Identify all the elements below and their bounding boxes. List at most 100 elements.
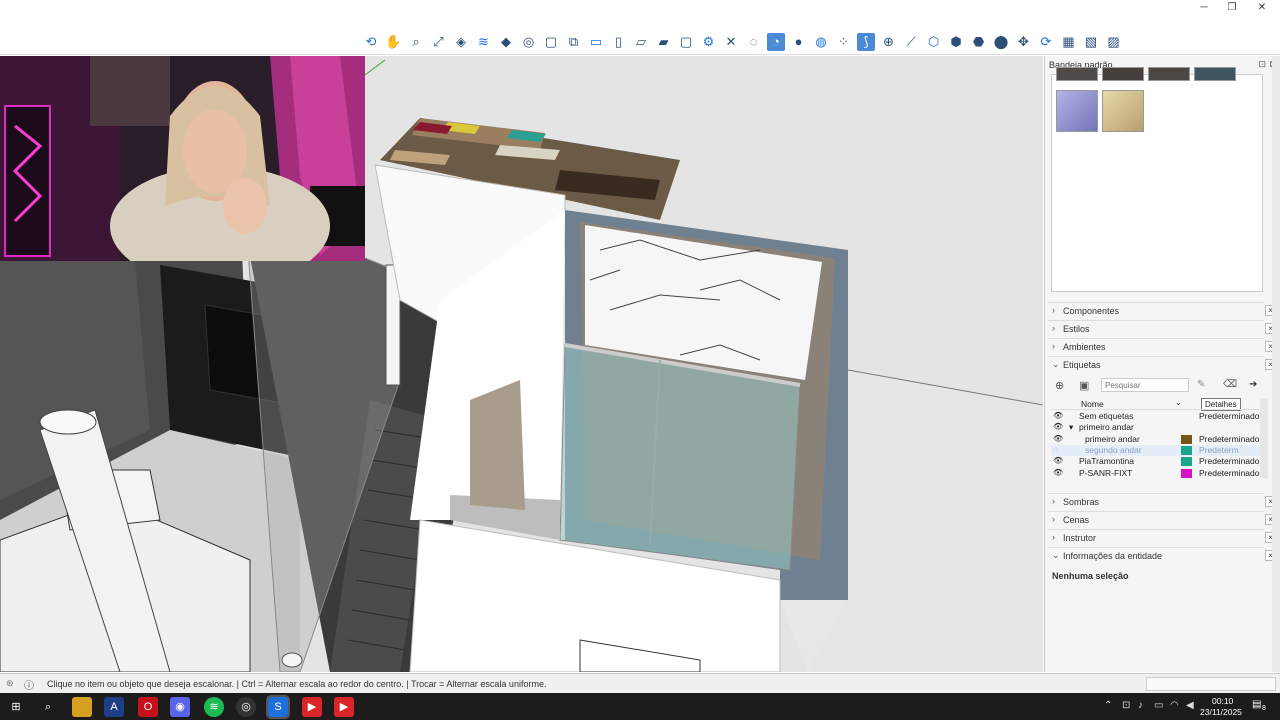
tag-dash-style[interactable]: Predeterminado [1199,456,1259,466]
pencil-icon[interactable]: ✎ [1197,379,1205,390]
details-arrow-icon[interactable]: ➔ [1249,379,1257,390]
section-plane-icon[interactable]: ◈ [452,33,470,51]
material-swatch[interactable] [1148,67,1190,81]
cube-solid-icon[interactable]: ⬣ [970,33,988,51]
snap-icon[interactable]: ⁘ [835,33,853,51]
name-column-header[interactable]: Nome [1081,399,1104,409]
panel-componentes[interactable]: › Componentes × [1048,302,1276,318]
microphone-icon[interactable]: ♪ [1138,700,1143,711]
search-icon[interactable]: ⌕ [38,697,58,717]
back-edges-icon[interactable]: ⚙ [700,33,718,51]
tag-row[interactable]: 👁 P-SANR-FIXT Predeterminado [1051,468,1261,479]
tag-dash-style[interactable]: Predeterm [1199,445,1239,455]
right-icon[interactable]: ▯ [610,33,628,51]
eraser-icon[interactable]: ⌫ [1223,379,1237,390]
zoom-extents-icon[interactable]: ⤢ [430,33,448,51]
restore-icon[interactable]: ❐ [1216,0,1248,16]
shaded-icon[interactable]: ◔ [767,33,785,51]
notification-icon[interactable]: ▤ [1252,699,1261,710]
rotate-icon[interactable]: ⟳ [1037,33,1055,51]
display-icon[interactable]: ▭ [1154,700,1163,711]
info-icon[interactable]: ⓘ [24,677,34,692]
sketchup-icon[interactable]: S [266,695,290,719]
visibility-eye-icon[interactable]: 👁 [1053,456,1063,465]
tag-color-swatch[interactable] [1181,445,1192,455]
expand-arrow-icon[interactable]: ▾ [1069,422,1073,433]
material-swatch-translucent-blue[interactable] [1056,90,1098,132]
tag-color-swatch[interactable] [1181,468,1192,478]
chevron-down-icon[interactable]: ⌄ [1175,398,1182,407]
chevron-right-icon[interactable]: › [1052,514,1055,524]
clock-time[interactable]: 00:10 [1212,696,1233,706]
xray-icon[interactable]: ▢ [677,33,695,51]
tag-row[interactable]: 👁 Sem etiquetas Predeterminado [1051,411,1261,422]
spotify-icon[interactable]: ≋ [204,697,224,717]
cube-icon[interactable]: ⬡ [925,33,943,51]
back-icon[interactable]: ▱ [632,33,650,51]
cube-x-icon[interactable]: ⬤ [992,33,1010,51]
app-red2-icon[interactable]: ▶ [334,697,354,717]
add-tag-icon[interactable]: ⊕ [1055,379,1064,392]
guide-icon[interactable]: ⟋ [902,33,920,51]
material-swatch[interactable] [1056,67,1098,81]
measurements-box[interactable] [1146,677,1276,691]
chevron-down-icon[interactable]: ⌄ [1052,359,1060,370]
monochrome-icon[interactable]: ◍ [812,33,830,51]
panel-instrutor[interactable]: › Instrutor × [1048,529,1276,545]
tag-color-swatch[interactable] [1181,457,1192,467]
visibility-eye-icon[interactable]: 👁 [1053,434,1063,443]
discord-icon[interactable]: ◉ [170,697,190,717]
visibility-eye-icon[interactable]: 👁 [1053,411,1063,420]
orbit-icon[interactable]: ⟲ [362,33,380,51]
tag-row[interactable]: ◌ segundo andar Predeterm [1051,444,1261,456]
left-icon[interactable]: ▰ [655,33,673,51]
front-icon[interactable]: ▭ [587,33,605,51]
app-red-icon[interactable]: ▶ [302,697,322,717]
clock-date[interactable]: 23/11/2025 [1200,707,1242,717]
material-swatch[interactable] [1102,67,1144,81]
add-folder-icon[interactable]: ▣ [1079,379,1089,392]
material-swatch-translucent-yellow[interactable] [1102,90,1144,132]
wireframe-icon[interactable]: ✕ [722,33,740,51]
tag-dash-style[interactable]: Predeterminado [1199,411,1259,421]
chevron-right-icon[interactable]: › [1052,341,1055,351]
tag-row[interactable]: 👁 ▾ primeiro andar [1051,422,1261,433]
visibility-eye-icon[interactable]: ◌ [1053,445,1058,454]
chevron-down-icon[interactable]: ⌄ [1052,550,1060,561]
tag-dash-style[interactable]: Predeterminado [1199,468,1259,478]
pin-icon[interactable]: ⊡ [1258,59,1266,70]
tag-dash-style[interactable]: Predeterminado [1199,434,1259,444]
close-icon[interactable]: ✕ [1246,0,1278,16]
tag-row[interactable]: 👁 PiaTramontina Predeterminado [1051,456,1261,467]
show-hidden-icons-icon[interactable]: ⌃ [1104,700,1112,711]
view-icon[interactable]: ◎ [520,33,538,51]
section-fill-icon[interactable]: ◆ [497,33,515,51]
zoom-icon[interactable]: ⌕ [407,33,425,51]
opera-icon[interactable]: O [138,697,158,717]
pan-icon[interactable]: ✋ [385,33,403,51]
network-icon[interactable]: ⊡ [1122,700,1130,711]
axes-icon[interactable]: ⊕ [880,33,898,51]
chevron-right-icon[interactable]: › [1052,496,1055,506]
panel-etiquetas[interactable]: ⌄ Etiquetas × [1048,356,1276,372]
tray-scrollbar[interactable] [1272,56,1280,672]
tags-scrollbar[interactable] [1260,398,1268,478]
chevron-right-icon[interactable]: › [1052,305,1055,315]
tag-row[interactable]: 👁 primeiro andar Predeterminado [1051,434,1261,445]
visibility-eye-icon[interactable]: 👁 [1053,422,1063,431]
chevron-right-icon[interactable]: › [1052,532,1055,542]
top-icon[interactable]: ⧉ [565,33,583,51]
wifi-icon[interactable]: ◠ [1170,700,1179,711]
file-explorer-icon[interactable] [72,697,92,717]
tag-color-swatch[interactable] [1181,434,1192,444]
shaded-textures-icon[interactable]: ● [790,33,808,51]
section-cuts-icon[interactable]: ≋ [475,33,493,51]
panel-informações-da-entidade[interactable]: ⌄ Informações da entidade × [1048,547,1276,563]
panel-estilos[interactable]: › Estilos × [1048,320,1276,336]
panel-ambientes[interactable]: › Ambientes × [1048,338,1276,354]
panel-sombras[interactable]: › Sombras × [1048,493,1276,509]
chevron-right-icon[interactable]: › [1052,323,1055,333]
modeling-viewport[interactable] [0,56,1043,672]
grid2-icon[interactable]: ▧ [1082,33,1100,51]
magnet-icon[interactable]: ⟆ [857,33,875,51]
